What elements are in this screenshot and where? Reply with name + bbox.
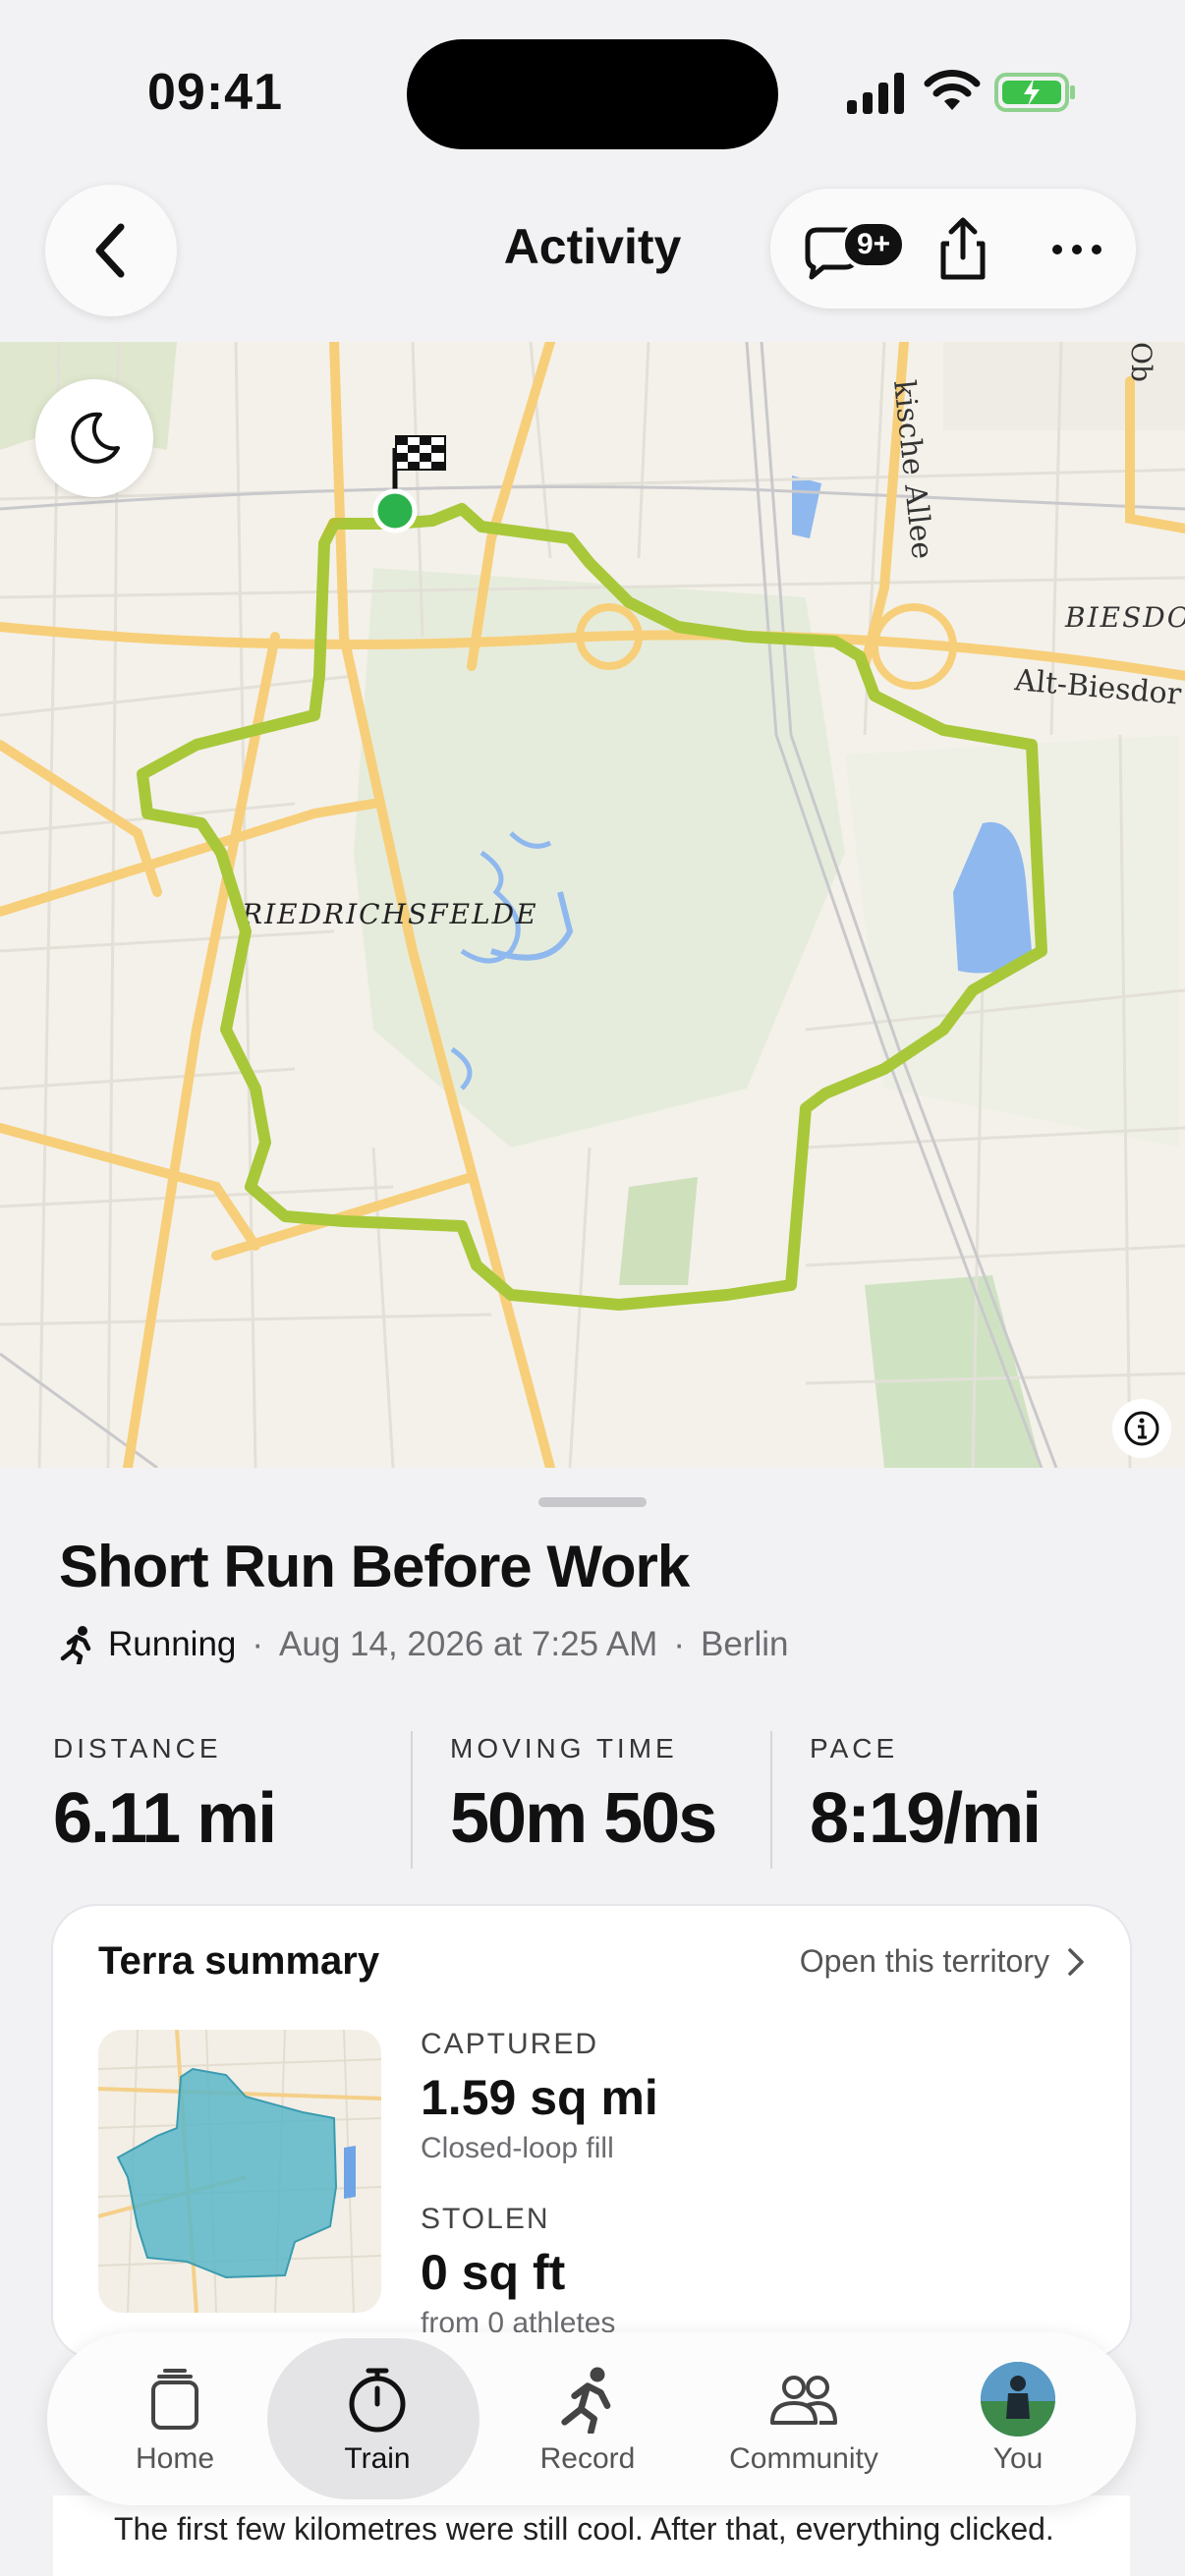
dynamic-island <box>407 39 778 149</box>
meta-separator: · <box>252 1625 264 1663</box>
battery-icon <box>994 73 1075 112</box>
tab-label: You <box>992 2442 1044 2475</box>
home-icon <box>151 2369 198 2430</box>
tab-label: Home <box>135 2442 215 2475</box>
info-icon <box>1124 1411 1159 1446</box>
stat-value: 8:19/mi <box>810 1779 1042 1858</box>
people-icon <box>770 2376 837 2425</box>
tab-home[interactable]: Home <box>77 2332 273 2505</box>
open-territory-link[interactable]: Open this territory <box>800 1943 1085 1980</box>
chevron-right-icon <box>1068 1947 1084 1976</box>
divider <box>770 1731 772 1869</box>
open-territory-label: Open this territory <box>799 1943 1049 1979</box>
chevron-left-icon <box>95 223 125 278</box>
status-bar: 09:41 <box>0 0 1185 177</box>
runner-icon <box>60 1626 91 1664</box>
route-map[interactable]: RIEDRICHSFELDE kische Allee Alt-Biesdor … <box>0 342 1185 1468</box>
activity-meta: Running · Aug 14, 2026 at 7:25 AM · Berl… <box>59 1625 788 1664</box>
captured-value: 1.59 sq mi <box>421 2070 658 2125</box>
status-time: 09:41 <box>147 64 283 121</box>
sport-type: Running <box>108 1625 237 1663</box>
cellular-signal-icon <box>847 73 904 114</box>
sheet-grabber[interactable] <box>538 1497 647 1507</box>
tab-label: Record <box>539 2442 636 2475</box>
territory-shape <box>116 2067 338 2279</box>
stat-moving-time: MOVING TIME 50m 50s <box>450 1733 717 1859</box>
tab-label: Train <box>344 2442 411 2475</box>
stolen-label: STOLEN <box>421 2203 550 2235</box>
pond <box>792 476 821 538</box>
more-options-button[interactable] <box>1038 210 1116 289</box>
park-area <box>865 1275 1042 1468</box>
terra-summary-card: Terra summary Open this territory CAPTUR… <box>53 1906 1130 2358</box>
map-label-district: RIEDRICHSFELDE <box>241 898 538 930</box>
comments-button[interactable]: 9+ <box>794 210 907 289</box>
tab-bar: Home Train Record Community You <box>47 2332 1136 2505</box>
stat-value: 6.11 mi <box>53 1779 277 1858</box>
avatar <box>981 2362 1055 2436</box>
stat-label: MOVING TIME <box>450 1733 678 1764</box>
ellipsis-icon <box>1052 245 1101 254</box>
runner-icon <box>561 2367 611 2434</box>
activity-title: Short Run Before Work <box>59 1534 690 1599</box>
divider <box>411 1731 413 1869</box>
stopwatch-icon <box>349 2368 406 2433</box>
card-title: Terra summary <box>98 1939 380 1983</box>
stat-value: 50m 50s <box>450 1779 717 1858</box>
tab-label: Community <box>729 2442 878 2475</box>
map-label-street: Ob <box>1125 342 1157 382</box>
captured-subtext: Closed-loop fill <box>421 2132 614 2164</box>
stat-distance: DISTANCE 6.11 mi <box>53 1733 277 1859</box>
tab-train[interactable]: Train <box>267 2332 480 2505</box>
tab-record[interactable]: Record <box>489 2332 686 2505</box>
moon-icon <box>71 412 120 464</box>
territory-thumbnail[interactable] <box>98 2030 381 2313</box>
stat-label: PACE <box>810 1733 899 1764</box>
share-icon <box>940 217 986 280</box>
map-label-area: BIESDO <box>1064 601 1185 634</box>
share-button[interactable] <box>924 210 1002 289</box>
wifi-icon <box>924 70 981 110</box>
back-button[interactable] <box>45 185 177 316</box>
map-style-button[interactable] <box>35 379 153 497</box>
activity-location: Berlin <box>701 1625 789 1663</box>
activity-note: The first few kilometres were still cool… <box>114 2511 1054 2547</box>
meta-separator: · <box>673 1625 685 1663</box>
stat-label: DISTANCE <box>53 1733 222 1764</box>
finish-flag-icon <box>395 435 446 471</box>
tab-you[interactable]: You <box>920 2332 1116 2505</box>
page-title: Activity <box>503 219 682 274</box>
map-info-button[interactable] <box>1112 1399 1171 1458</box>
stat-pace: PACE 8:19/mi <box>810 1733 1042 1859</box>
header-actions: 9+ <box>770 189 1136 308</box>
park-area <box>619 1177 698 1285</box>
captured-label: CAPTURED <box>421 2028 599 2060</box>
notification-badge: 9+ <box>841 220 907 269</box>
start-marker <box>372 488 418 533</box>
activity-datetime: Aug 14, 2026 at 7:25 AM <box>279 1625 658 1663</box>
stolen-value: 0 sq ft <box>421 2245 566 2300</box>
tab-community[interactable]: Community <box>705 2332 902 2505</box>
